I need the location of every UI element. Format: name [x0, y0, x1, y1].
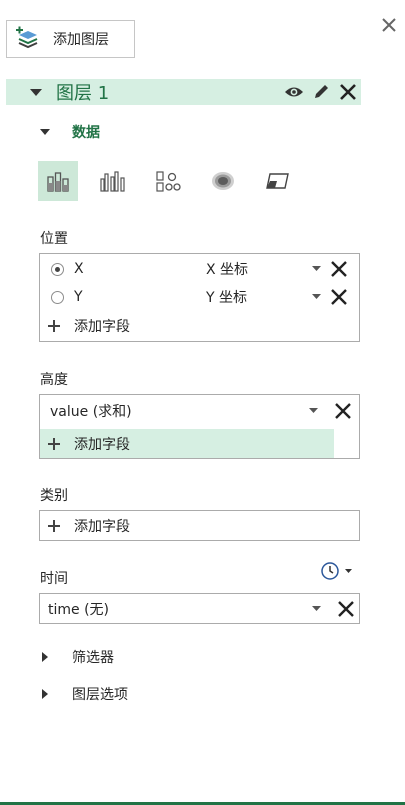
expand-triangle-icon	[42, 652, 48, 662]
plus-icon	[48, 520, 60, 532]
bubble-button[interactable]	[148, 161, 188, 201]
field-name: Y	[74, 289, 83, 305]
region-icon	[266, 173, 289, 189]
location-label: 位置	[40, 231, 68, 247]
layer-name: 图层 1	[56, 83, 110, 104]
add-field-button[interactable]: 添加字段	[40, 429, 334, 458]
field-name: time (无)	[48, 602, 110, 618]
add-layer-label: 添加图层	[53, 32, 109, 48]
layer-options-section-header[interactable]: 图层选项	[40, 684, 128, 704]
remove-field-icon[interactable]	[329, 259, 349, 279]
plus-icon	[48, 437, 60, 450]
add-field-label: 添加字段	[74, 519, 130, 535]
time-label: 时间	[40, 571, 68, 587]
height-field-row[interactable]: value (求和)	[40, 397, 359, 425]
dropdown-arrow-icon[interactable]	[312, 294, 321, 300]
height-field-well: value (求和) 添加字段	[39, 394, 360, 459]
rename-pencil-icon[interactable]	[308, 79, 334, 105]
location-field-well: X X 坐标 Y Y 坐标 添加字段	[39, 253, 360, 342]
add-layer-button[interactable]: 添加图层	[6, 20, 135, 58]
remove-field-icon[interactable]	[333, 401, 353, 421]
dropdown-arrow-icon[interactable]	[312, 606, 321, 612]
dropdown-arrow-icon	[345, 568, 352, 573]
field-name: value (求和)	[50, 404, 132, 420]
expand-triangle-icon	[42, 689, 48, 699]
collapse-triangle-icon	[40, 129, 50, 135]
visibility-eye-icon[interactable]	[281, 79, 307, 105]
filters-section-header[interactable]: 筛选器	[40, 647, 114, 667]
time-field-well: time (无)	[39, 593, 360, 624]
add-field-label: 添加字段	[74, 319, 130, 335]
radio-button[interactable]	[51, 262, 64, 276]
dropdown-arrow-icon[interactable]	[312, 266, 321, 272]
add-field-button[interactable]: 添加字段	[40, 512, 359, 540]
heatmap-button[interactable]	[203, 161, 243, 201]
radio-button[interactable]	[51, 290, 64, 304]
data-section-header[interactable]: 数据	[40, 122, 100, 142]
add-field-label: 添加字段	[74, 436, 130, 453]
field-type: X 坐标	[206, 262, 249, 278]
heatmap-icon	[212, 172, 234, 190]
add-layer-icon	[16, 26, 38, 49]
category-field-well: 添加字段	[39, 510, 360, 541]
stacked-column-button[interactable]	[38, 161, 78, 201]
time-settings-button[interactable]	[320, 561, 354, 581]
location-field-row[interactable]: X X 坐标	[40, 255, 359, 283]
field-type: Y 坐标	[206, 290, 248, 306]
layer-header[interactable]: 图层 1	[6, 79, 361, 105]
remove-field-icon[interactable]	[336, 599, 356, 619]
height-label: 高度	[40, 372, 68, 388]
filters-label: 筛选器	[72, 650, 114, 666]
remove-field-icon[interactable]	[329, 287, 349, 307]
category-label: 类别	[40, 488, 68, 504]
collapse-triangle-icon[interactable]	[30, 87, 42, 97]
delete-layer-icon[interactable]	[335, 79, 361, 105]
clustered-column-button[interactable]	[93, 161, 133, 201]
region-button[interactable]	[258, 161, 298, 201]
clock-icon	[321, 562, 339, 580]
add-field-button[interactable]: 添加字段	[40, 312, 359, 340]
layer-options-label: 图层选项	[72, 687, 128, 703]
data-section-title: 数据	[72, 125, 100, 141]
clustered-column-icon	[100, 171, 125, 192]
time-field-row[interactable]: time (无)	[40, 595, 359, 623]
bubble-icon	[156, 171, 181, 192]
stacked-column-icon	[47, 172, 69, 192]
field-name: X	[74, 261, 84, 277]
visualization-type-selector	[38, 161, 313, 201]
location-field-row[interactable]: Y Y 坐标	[40, 283, 359, 311]
plus-icon	[48, 320, 60, 332]
dropdown-arrow-icon[interactable]	[309, 408, 318, 414]
close-pane-icon[interactable]	[378, 14, 400, 36]
